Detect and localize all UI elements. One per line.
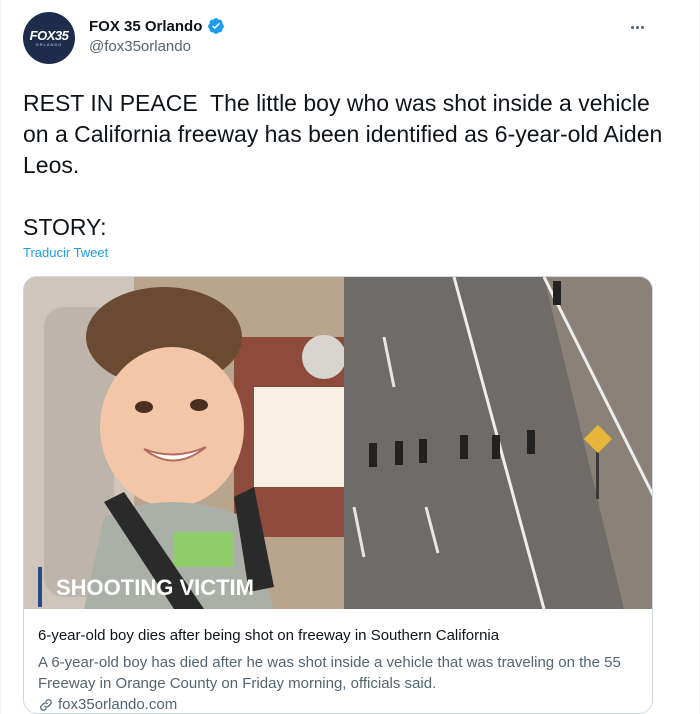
- author-handle[interactable]: @fox35orlando: [89, 38, 191, 55]
- card-title[interactable]: 6-year-old boy dies after being shot on …: [38, 627, 638, 644]
- tweet-text: REST IN PEACE The little boy who was sho…: [23, 90, 663, 240]
- more-options-icon[interactable]: [623, 18, 651, 36]
- card-description: A 6-year-old boy has died after he was s…: [38, 654, 621, 692]
- author-display-name[interactable]: FOX 35 Orlando: [89, 18, 202, 35]
- card-domain[interactable]: fox35orlando.com: [38, 696, 177, 713]
- tweet-article[interactable]: FOX35 ORLANDO FOX 35 Orlando @fox35orlan…: [0, 0, 700, 714]
- avatar-logo-text: FOX35: [29, 28, 69, 43]
- card-domain-text: fox35orlando.com: [58, 696, 178, 713]
- translate-tweet-link[interactable]: Traducir Tweet: [23, 245, 108, 260]
- link-icon: [40, 698, 52, 711]
- card-image-graphic: SHOOTING VICTIM: [24, 277, 652, 609]
- author-name-row: FOX 35 Orlando: [89, 17, 225, 35]
- link-preview-card[interactable]: SHOOTING VICTIM 6-year-old boy dies afte…: [23, 276, 653, 714]
- image-overlay-text: SHOOTING VICTIM: [56, 575, 254, 600]
- author-avatar[interactable]: FOX35 ORLANDO: [23, 12, 75, 64]
- avatar-logo-subtext: ORLANDO: [35, 42, 63, 47]
- card-image[interactable]: SHOOTING VICTIM: [24, 277, 652, 609]
- verified-badge-icon: [208, 18, 225, 34]
